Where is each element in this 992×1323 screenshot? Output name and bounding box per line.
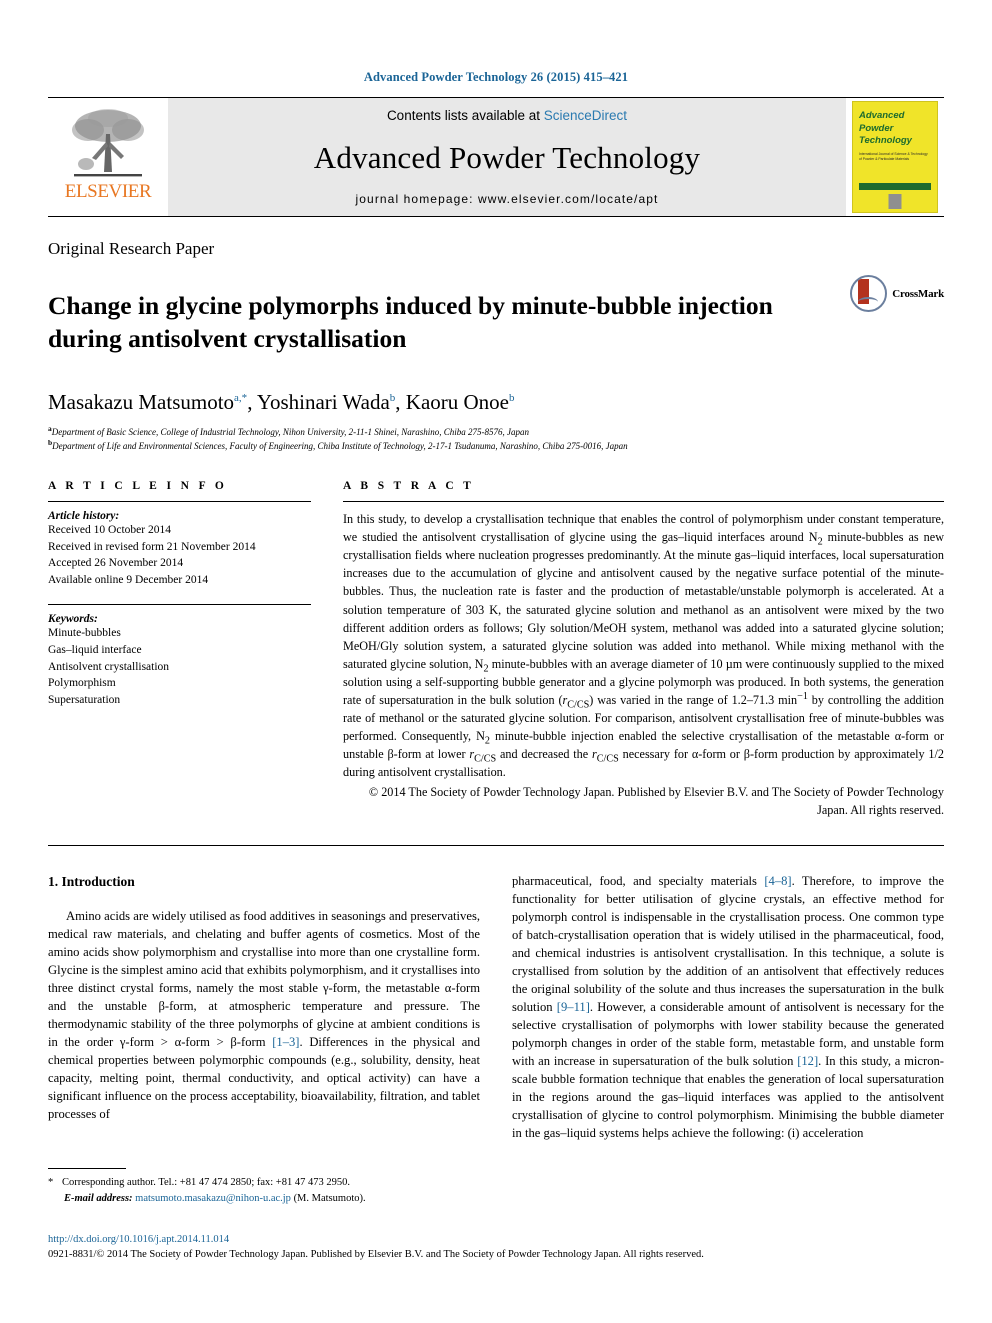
sciencedirect-link[interactable]: ScienceDirect [544,108,627,123]
affiliation-b: bDepartment of Life and Environmental Sc… [48,438,628,452]
abstract-copyright: © 2014 The Society of Powder Technology … [368,784,944,818]
crossmark-badge-group[interactable]: CrossMark [850,273,944,312]
article-type-label: Original Research Paper [48,239,215,258]
keyword-item: Antisolvent crystallisation [48,660,170,673]
cover-band [859,183,931,190]
keyword-item: Minute-bubbles [48,627,121,640]
keywords-list: Minute-bubbles Gas–liquid interface Anti… [48,625,311,708]
corresponding-author-text: Corresponding author. Tel.: +81 47 474 2… [62,1177,350,1188]
email-owner: (M. Matsumoto). [293,1192,366,1204]
abstract-column: A B S T R A C T In this study, to develo… [343,480,944,819]
cover-title-line3: Technology [859,135,912,147]
keyword-item: Polymorphism [48,677,116,690]
cover-image: Advanced Powder Technology International… [852,101,938,213]
divider [48,501,311,503]
history-item: Received in revised form 21 November 201… [48,540,256,553]
contents-prefix: Contents lists available at [386,108,544,123]
page-footer: http://dx.doi.org/10.1016/j.apt.2014.11.… [48,1232,944,1262]
affiliation-a: aDepartment of Basic Science, College of… [48,424,529,438]
elsevier-logo: ELSEVIER [48,98,168,216]
affiliations: aDepartment of Basic Science, College of… [48,424,944,454]
crossmark-icon [850,275,888,312]
crossmark-label: CrossMark [892,287,944,300]
journal-title: Advanced Powder Technology [313,139,701,175]
body-columns: 1. Introduction Amino acids are widely u… [48,872,944,1142]
cover-subtitle: International Journal of Science & Techn… [859,151,928,161]
intro-paragraph-left: Amino acids are widely utilised as food … [48,909,480,1122]
title-row: Change in glycine polymorphs induced by … [48,273,944,372]
author-list: Masakazu Matsumotoa,*, Yoshinari Wadab, … [48,390,515,415]
masthead-center: Contents lists available at ScienceDirec… [168,98,846,216]
running-head: Advanced Powder Technology 26 (2015) 415… [363,70,629,84]
abstract-heading: A B S T R A C T [343,480,475,493]
page-title: Change in glycine polymorphs induced by … [48,291,773,353]
abstract-body: In this study, to develop a crystallisat… [343,512,945,779]
cover-publisher-logo [888,194,902,209]
body-column-left: 1. Introduction Amino acids are widely u… [48,872,480,1142]
history-item: Accepted 26 November 2014 [48,557,184,570]
cover-title-line2: Powder [859,122,894,134]
affiliation-b-text: Department of Life and Environmental Sci… [52,441,628,452]
cover-title: Advanced Powder Technology [859,110,931,148]
journal-masthead: ELSEVIER Contents lists available at Sci… [48,97,944,217]
cover-title-line1: Advanced [859,110,905,121]
email-address-label: E-mail address: [64,1192,133,1204]
keyword-item: Gas–liquid interface [48,644,142,657]
keywords-label: Keywords: [48,613,98,626]
footnote-star: * [48,1177,54,1188]
article-info-heading: A R T I C L E I N F O [48,480,228,493]
body-column-right: pharmaceutical, food, and specialty mate… [512,872,944,1142]
corresponding-author-footnote: * Corresponding author. Tel.: +81 47 474 … [48,1168,478,1207]
body-divider [48,845,944,847]
intro-paragraph-right: pharmaceutical, food, and specialty mate… [512,874,945,1141]
history-item: Available online 9 December 2014 [48,573,209,586]
email-link[interactable]: matsumoto.masakazu@nihon-u.ac.jp [135,1193,291,1204]
footnote-rule [48,1168,126,1169]
info-abstract-block: A R T I C L E I N F O Article history: R… [48,480,944,819]
journal-cover-thumb: Advanced Powder Technology International… [846,98,944,216]
keywords-block: Keywords: Minute-bubbles Gas–liquid inte… [48,604,311,708]
elsevier-wordmark: ELSEVIER [64,181,152,202]
paper-page: Advanced Powder Technology 26 (2015) 415… [0,0,992,1323]
history-item: Received 10 October 2014 [48,524,171,537]
issn-copyright-line: 0921-8831/© 2014 The Society of Powder T… [48,1249,704,1261]
keyword-item: Supersaturation [48,693,121,706]
contents-available-line: Contents lists available at ScienceDirec… [387,108,627,123]
divider [48,604,311,606]
journal-homepage-link[interactable]: journal homepage: www.elsevier.com/locat… [356,192,659,206]
doi-link[interactable]: http://dx.doi.org/10.1016/j.apt.2014.11.… [48,1232,944,1247]
affiliation-a-text: Department of Basic Science, College of … [51,427,529,438]
footnote-line-1: * Corresponding author. Tel.: +81 47 474 … [48,1175,478,1191]
footnote-line-2: E-mail address: matsumoto.masakazu@nihon… [48,1191,478,1207]
section-heading-introduction: 1. Introduction [48,874,135,890]
article-history-label: Article history: [48,510,120,523]
article-history-list: Received 10 October 2014 Received in rev… [48,522,311,588]
article-info-column: A R T I C L E I N F O Article history: R… [48,480,311,819]
elsevier-tree-icon [72,109,144,177]
divider [343,501,944,503]
